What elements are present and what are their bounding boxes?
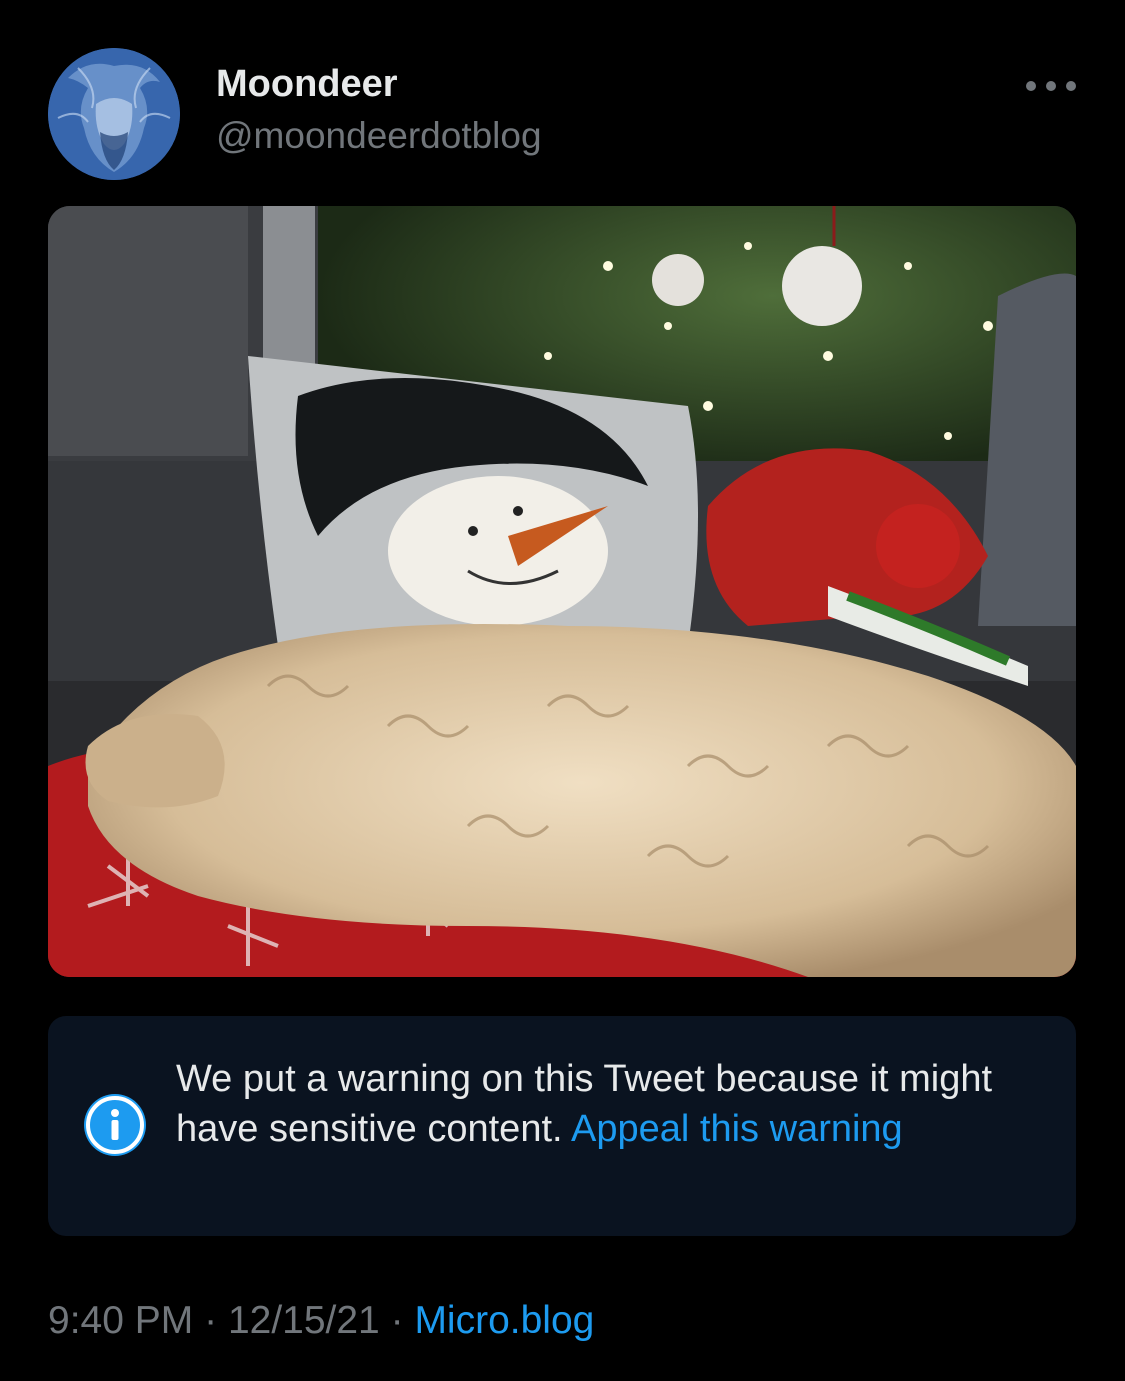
more-options-button[interactable] — [1026, 72, 1076, 100]
meta-separator: · — [204, 1299, 218, 1342]
more-horizontal-icon — [1026, 81, 1036, 91]
tweet-metadata: 9:40 PM · 12/15/21 · Micro.blog — [48, 1296, 594, 1346]
sensitive-content-warning: We put a warning on this Tweet because i… — [48, 1016, 1076, 1236]
tweet-date[interactable]: 12/15/21 — [228, 1299, 380, 1342]
author-handle[interactable]: @moondeerdotblog — [216, 114, 542, 158]
more-horizontal-icon — [1046, 81, 1056, 91]
more-horizontal-icon — [1066, 81, 1076, 91]
appeal-warning-link[interactable]: Appeal this warning — [571, 1108, 903, 1150]
avatar-image — [48, 48, 180, 180]
tweet-photo[interactable] — [48, 206, 1076, 977]
meta-separator: · — [390, 1299, 404, 1342]
photo-dog-on-blanket — [48, 206, 1076, 977]
tweet-source-link[interactable]: Micro.blog — [414, 1299, 594, 1342]
warning-message: We put a warning on this Tweet because i… — [176, 1054, 1036, 1154]
tweet-time[interactable]: 9:40 PM — [48, 1299, 193, 1342]
info-icon — [84, 1094, 146, 1156]
avatar[interactable] — [48, 48, 180, 180]
author-display-name[interactable]: Moondeer — [216, 62, 398, 106]
